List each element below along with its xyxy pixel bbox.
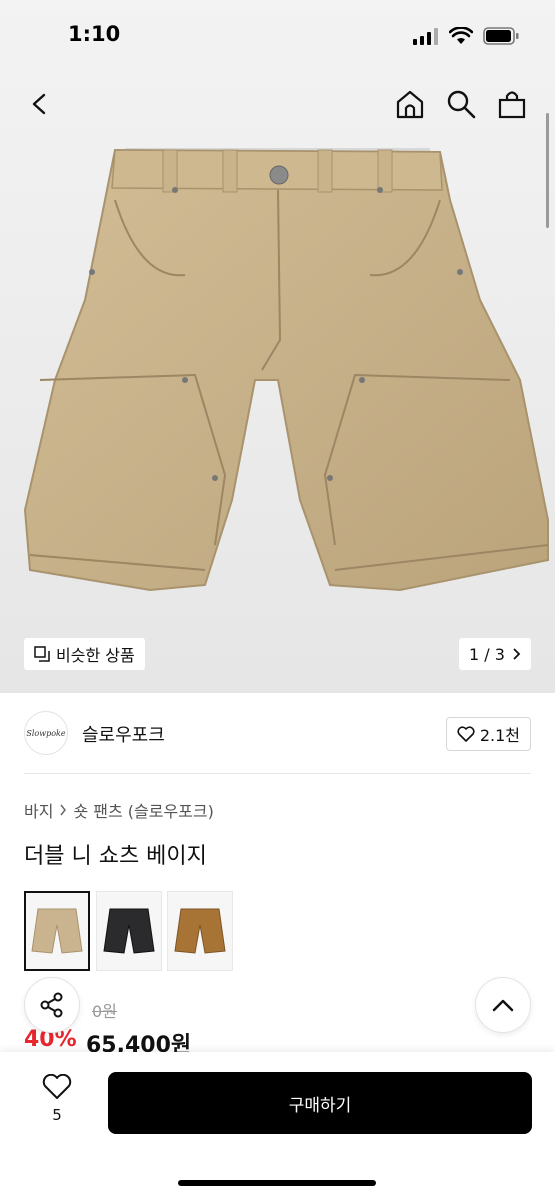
heart-icon	[457, 726, 475, 742]
image-counter-button[interactable]: 1 / 3	[459, 638, 531, 670]
breadcrumb-subcategory[interactable]: 숏 팬츠 (슬로우포크)	[73, 798, 213, 822]
share-button[interactable]	[24, 977, 80, 1033]
scroll-to-top-button[interactable]	[475, 977, 531, 1033]
chevron-left-icon	[32, 93, 46, 115]
swatch-shorts-beige	[31, 908, 83, 954]
buy-button[interactable]: 구매하기	[108, 1072, 532, 1134]
cart-button[interactable]	[492, 84, 532, 124]
swatch-shorts-brown	[174, 908, 226, 954]
original-price: 0원	[92, 1002, 117, 1021]
battery-icon	[483, 27, 519, 45]
home-button[interactable]	[390, 84, 430, 124]
shopping-bag-icon	[498, 91, 526, 119]
similar-products-button[interactable]: 비슷한 상품	[24, 638, 145, 670]
breadcrumb-category[interactable]: 바지	[24, 798, 53, 822]
status-time: 1:10	[68, 22, 121, 46]
product-image-gallery[interactable]: 1:10 비슷한 상품 1 / 3	[0, 0, 555, 693]
wishlist-button[interactable]: 5	[24, 1074, 90, 1134]
brand-like-button[interactable]: 2.1천	[445, 717, 531, 751]
color-swatch-black[interactable]	[96, 891, 162, 971]
chevron-right-icon	[513, 648, 521, 660]
scroll-indicator	[546, 113, 549, 228]
purchase-bar: 5 구매하기	[0, 1052, 555, 1200]
signal-icon	[413, 28, 438, 45]
chevron-up-icon	[492, 999, 514, 1012]
color-swatch-beige[interactable]	[24, 891, 90, 971]
wifi-icon	[449, 27, 473, 44]
chevron-right-icon	[60, 804, 67, 816]
search-icon	[447, 90, 476, 119]
brand-like-count: 2.1천	[479, 726, 520, 745]
brand-row[interactable]: Slowpoke 슬로우포크 2.1천	[0, 693, 555, 773]
color-swatch-brown[interactable]	[167, 891, 233, 971]
home-indicator	[178, 1180, 376, 1186]
breadcrumb: 바지 숏 팬츠 (슬로우포크)	[24, 798, 214, 822]
home-icon	[396, 90, 424, 119]
share-icon	[40, 992, 63, 1018]
heart-icon	[42, 1074, 72, 1099]
wishlist-count: 5	[52, 1106, 62, 1124]
image-counter: 1 / 3	[469, 644, 505, 664]
brand-name[interactable]: 슬로우포크	[82, 721, 165, 747]
back-button[interactable]	[20, 84, 60, 124]
search-button[interactable]	[441, 84, 481, 124]
similar-products-label: 비슷한 상품	[56, 646, 135, 665]
swatch-shorts-black	[103, 908, 155, 954]
brand-logo[interactable]: Slowpoke	[24, 711, 68, 755]
product-title: 더블 니 쇼츠 베이지	[24, 844, 207, 869]
divider	[24, 773, 531, 774]
copy-icon	[34, 646, 50, 662]
status-icons	[413, 27, 519, 45]
